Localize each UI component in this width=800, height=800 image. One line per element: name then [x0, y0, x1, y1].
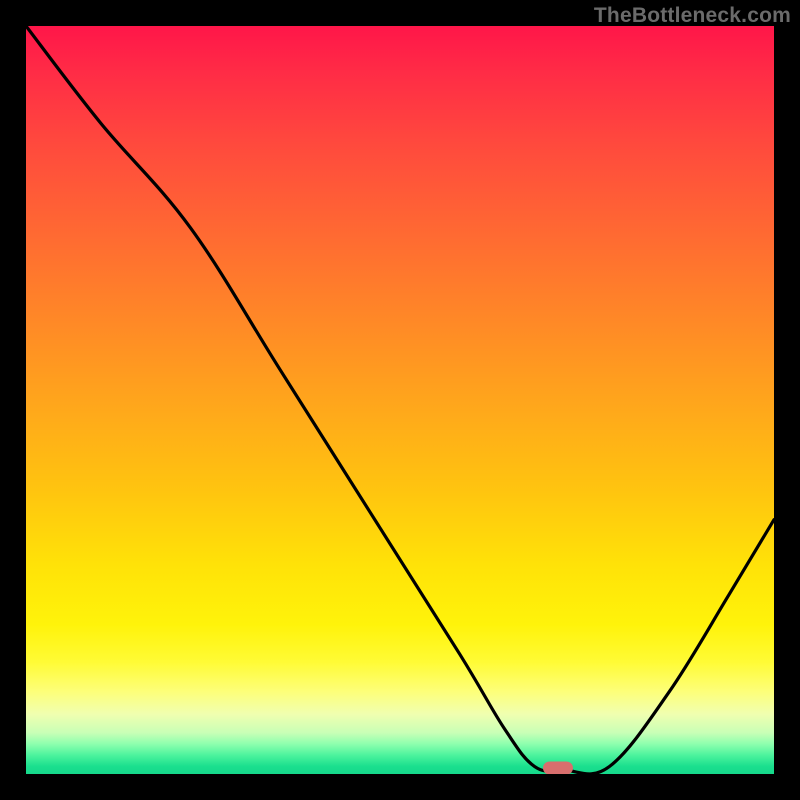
- watermark-text: TheBottleneck.com: [594, 4, 791, 28]
- chart-frame: TheBottleneck.com: [0, 0, 800, 800]
- bottleneck-curve: [26, 26, 774, 774]
- optimal-point-marker: [543, 762, 573, 774]
- plot-area: [26, 26, 774, 774]
